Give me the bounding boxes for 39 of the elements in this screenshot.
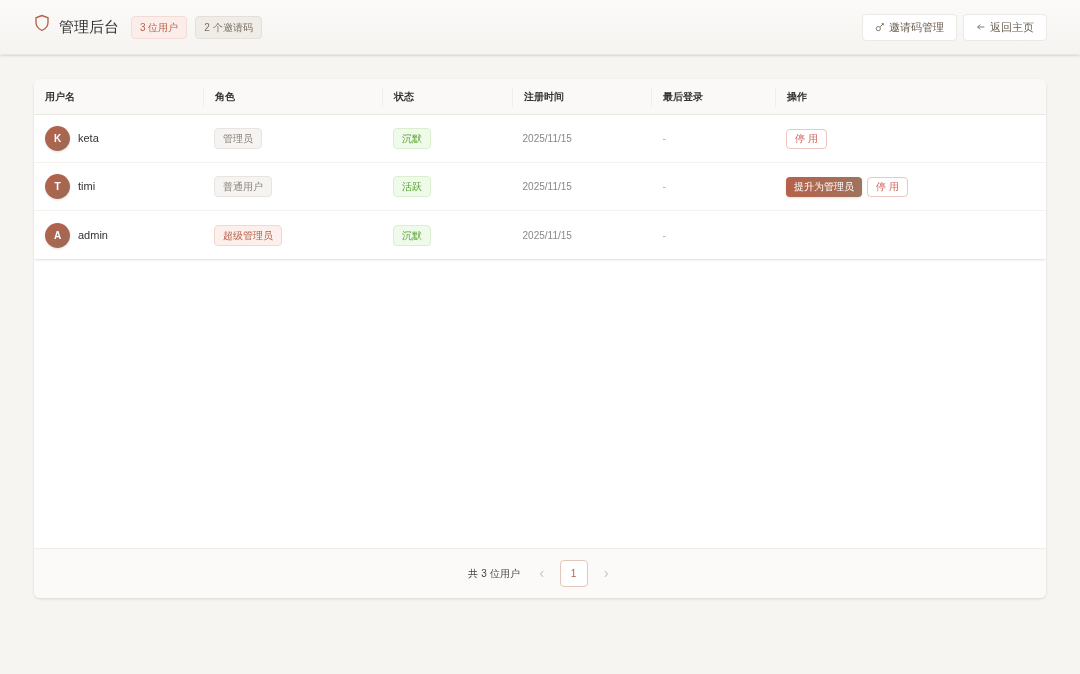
table-cell-text: - xyxy=(662,132,666,146)
column-header: 注册时间 xyxy=(523,90,564,104)
disable-button[interactable]: 停 用 xyxy=(867,176,909,197)
shield-icon xyxy=(33,14,51,32)
column-header: 角色 xyxy=(214,90,235,104)
column-header: 操作 xyxy=(787,90,808,104)
disable-button[interactable]: 停 用 xyxy=(786,128,828,149)
invite-codes-button[interactable]: 邀请码管理 xyxy=(862,13,957,41)
column-header: 状态 xyxy=(393,90,414,104)
table-cell-text: 2025/11/15 xyxy=(522,228,572,243)
column-header: 用户名 xyxy=(45,90,75,104)
username: timi xyxy=(78,179,96,195)
chevron-left-icon xyxy=(537,569,546,578)
count-badge: 3 位用户 xyxy=(131,15,188,39)
user-avatar: K xyxy=(45,126,70,151)
count-badge: 2 个邀请码 xyxy=(195,15,262,39)
status-tag: 沉默 xyxy=(392,128,431,149)
role-tag: 管理员 xyxy=(213,128,262,149)
status-tag: 活跃 xyxy=(392,176,431,197)
total-count: 共 3 位用户 xyxy=(468,567,520,581)
arrow-left-icon xyxy=(976,22,986,32)
page-title: 管理后台 xyxy=(59,16,119,37)
column-header: 最后登录 xyxy=(663,90,704,104)
page-button[interactable]: 1 xyxy=(559,560,588,587)
user-avatar: T xyxy=(45,174,70,199)
promote-button[interactable]: 提升为管理员 xyxy=(786,176,863,197)
table-cell-text: 2025/11/15 xyxy=(522,132,572,146)
table-cell-text: 2025/11/15 xyxy=(522,180,572,194)
username: admin xyxy=(78,227,108,243)
user-avatar: A xyxy=(45,222,70,248)
table-cell-text: - xyxy=(662,228,666,243)
table-cell-text: - xyxy=(662,180,666,194)
role-tag: 超级管理员 xyxy=(213,224,282,246)
back-home-button[interactable]: 返回主页 xyxy=(963,13,1047,41)
role-tag: 普通用户 xyxy=(213,176,272,197)
chevron-right-icon xyxy=(601,569,610,578)
key-icon xyxy=(875,22,885,32)
username: keta xyxy=(78,131,99,147)
status-tag: 沉默 xyxy=(392,224,431,246)
